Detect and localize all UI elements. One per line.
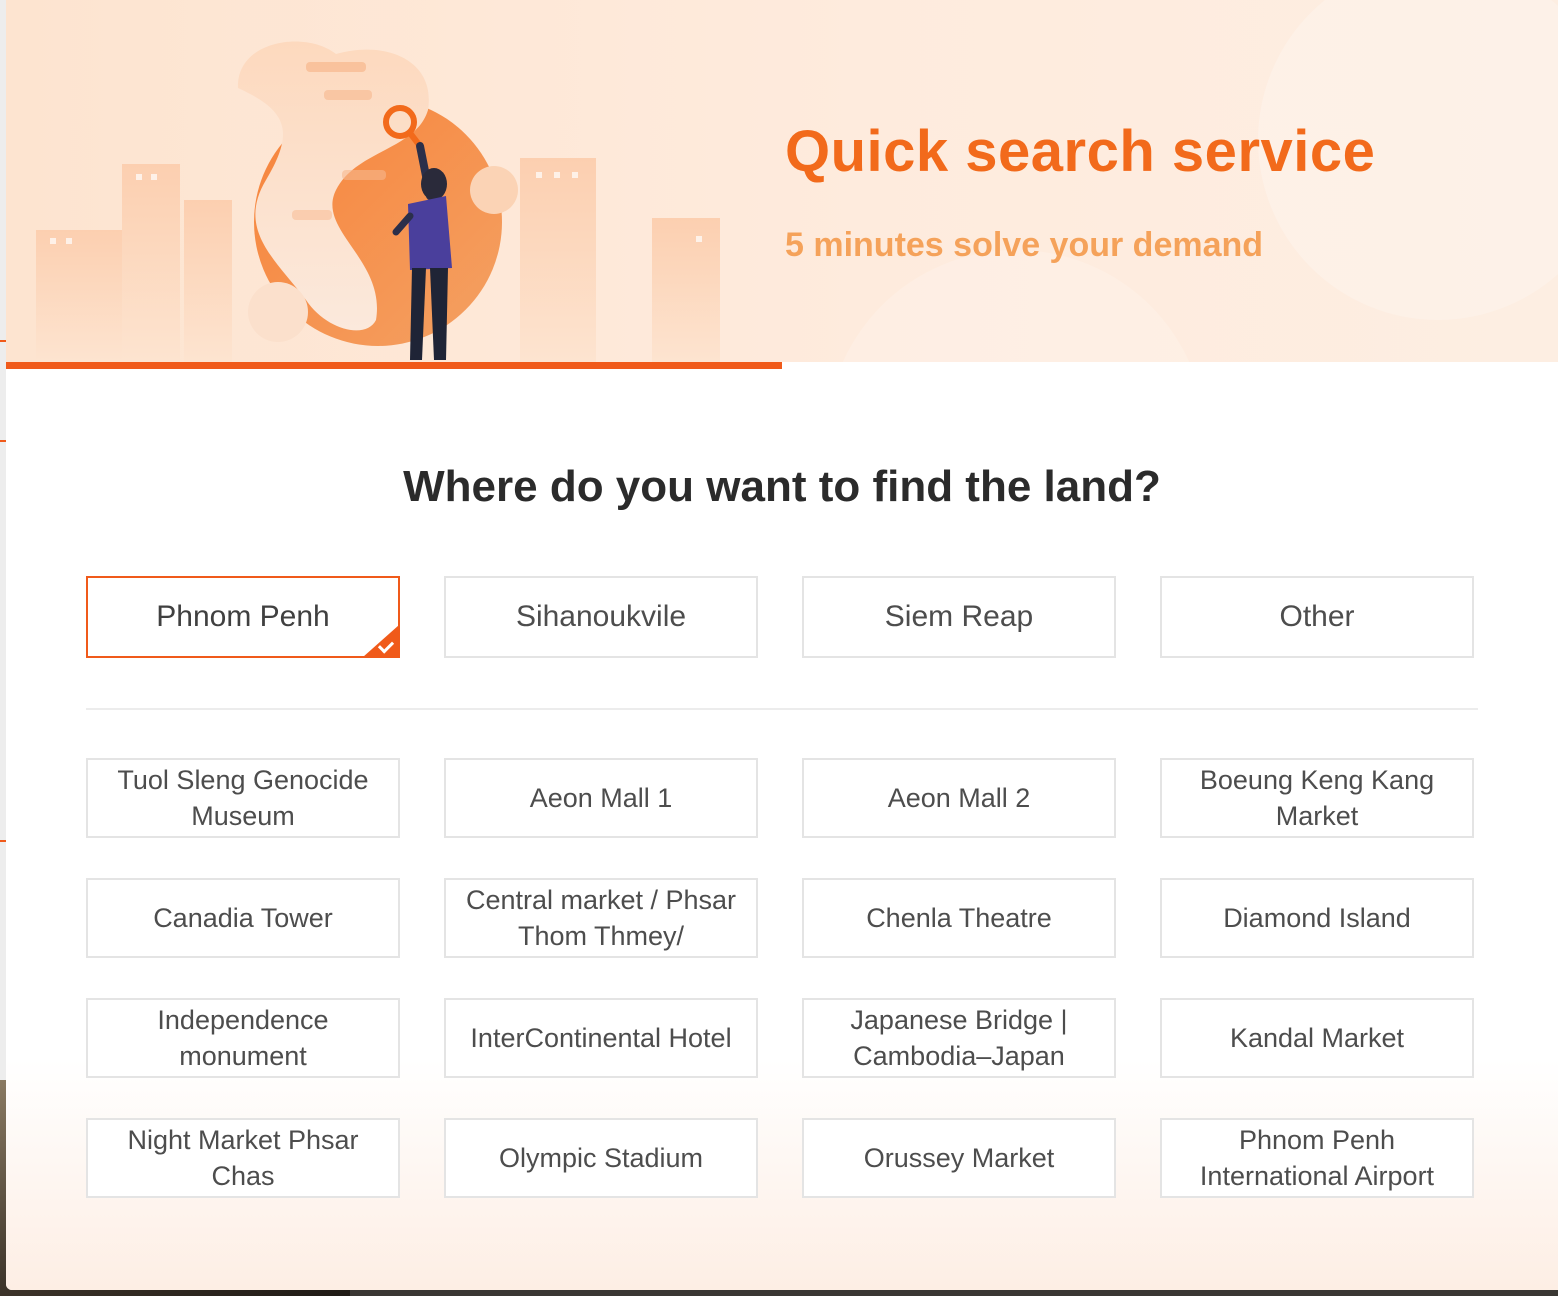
place-option-label: Phnom Penh International Airport <box>1199 1125 1435 1191</box>
place-option[interactable]: Phnom Penh International Airport <box>1160 1118 1474 1198</box>
place-option-label: Aeon Mall 2 <box>887 783 1031 813</box>
place-option[interactable]: Central market / Phsar Thom Thmey/ <box>444 878 758 958</box>
place-option-label: Aeon Mall 1 <box>529 783 673 813</box>
place-option[interactable]: Boeung Keng Kang Market <box>1160 758 1474 838</box>
city-option-other[interactable]: Other <box>1160 576 1474 658</box>
city-option-siem-reap[interactable]: Siem Reap <box>802 576 1116 658</box>
place-option-label: Diamond Island <box>1223 903 1411 933</box>
place-option[interactable]: Olympic Stadium <box>444 1118 758 1198</box>
place-option-label: Chenla Theatre <box>866 903 1052 933</box>
quick-search-modal: Quick search service 5 minutes solve you… <box>6 0 1558 1290</box>
place-option-label: Independence monument <box>157 1005 329 1071</box>
divider <box>86 708 1478 710</box>
city-option-label: Phnom Penh <box>156 600 330 633</box>
banner-subtitle: 5 minutes solve your demand <box>785 226 1264 264</box>
place-option[interactable]: Japanese Bridge | Cambodia–Japan <box>802 998 1116 1078</box>
banner: Quick search service 5 minutes solve you… <box>6 0 1558 362</box>
place-option[interactable]: Canadia Tower <box>86 878 400 958</box>
place-option[interactable]: InterContinental Hotel <box>444 998 758 1078</box>
question-title: Where do you want to find the land? <box>403 462 1161 511</box>
place-option-label: Boeung Keng Kang Market <box>1199 765 1435 831</box>
selected-corner <box>363 625 398 656</box>
step-progress-bar <box>6 362 782 369</box>
place-option[interactable]: Night Market Phsar Chas <box>86 1118 400 1198</box>
place-option-label: Tuol Sleng Genocide Museum <box>117 765 369 831</box>
place-option[interactable]: Diamond Island <box>1160 878 1474 958</box>
place-option[interactable]: Chenla Theatre <box>802 878 1116 958</box>
banner-decor-circle <box>826 250 1206 362</box>
city-option-phnom-penh[interactable]: Phnom Penh <box>86 576 400 658</box>
place-option-label: Central market / Phsar Thom Thmey/ <box>465 885 737 951</box>
city-option-label: Siem Reap <box>884 600 1034 633</box>
city-option-sihanoukvile[interactable]: Sihanoukvile <box>444 576 758 658</box>
place-option[interactable]: Independence monument <box>86 998 400 1078</box>
place-option-label: Japanese Bridge | Cambodia–Japan <box>850 1005 1068 1071</box>
place-option-label: Night Market Phsar Chas <box>127 1125 359 1191</box>
place-option[interactable]: Aeon Mall 2 <box>802 758 1116 838</box>
place-option-label: InterContinental Hotel <box>470 1023 732 1053</box>
place-option[interactable]: Tuol Sleng Genocide Museum <box>86 758 400 838</box>
place-option-label: Orussey Market <box>863 1143 1055 1173</box>
place-option[interactable]: Aeon Mall 1 <box>444 758 758 838</box>
place-option-label: Kandal Market <box>1229 1023 1405 1053</box>
place-option-label: Canadia Tower <box>153 903 333 933</box>
place-option-label: Olympic Stadium <box>498 1143 704 1173</box>
place-option[interactable]: Orussey Market <box>802 1118 1116 1198</box>
search-illustration <box>36 41 720 362</box>
city-option-label: Other <box>1279 600 1355 633</box>
banner-title: Quick search service <box>785 119 1376 184</box>
place-option[interactable]: Kandal Market <box>1160 998 1474 1078</box>
city-option-label: Sihanoukvile <box>515 600 687 633</box>
